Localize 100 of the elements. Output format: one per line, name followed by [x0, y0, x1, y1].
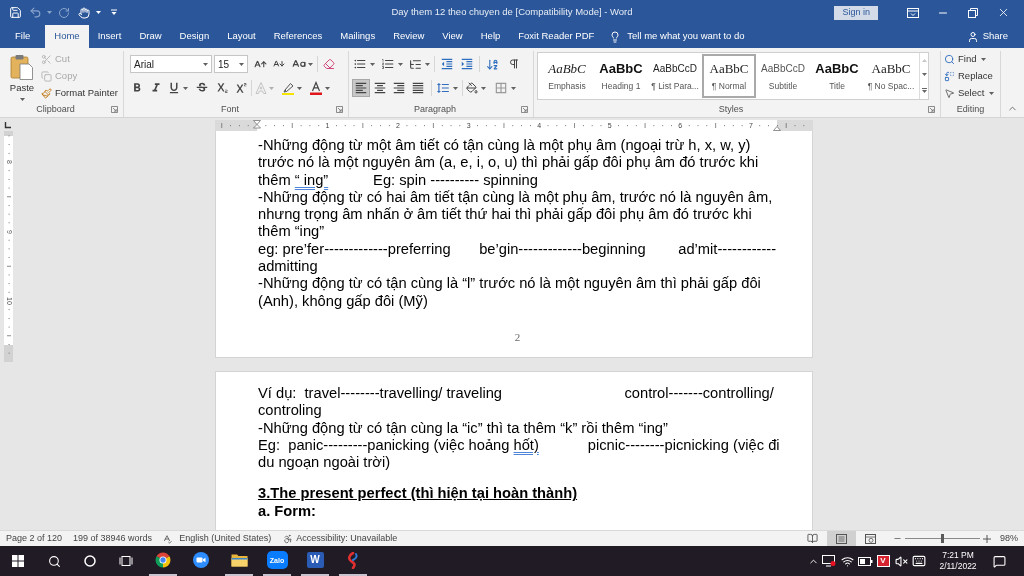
caret-icon[interactable] [981, 58, 987, 61]
caret-icon[interactable] [239, 62, 244, 66]
spell-check-icon[interactable] [162, 533, 173, 544]
accessibility-status[interactable]: Accessibility: Unavailable [296, 531, 398, 546]
group-label: Clipboard [36, 102, 75, 116]
font-size-dropdown[interactable]: 15 [214, 55, 248, 73]
caret-icon[interactable] [370, 62, 375, 66]
numbered-list-icon [381, 57, 395, 71]
style-item[interactable]: AaBbC ¶ No Spac... [864, 54, 918, 98]
input-method-indicator[interactable]: V [876, 555, 890, 567]
select-button[interactable]: Select [944, 85, 1000, 102]
paste-button[interactable]: Paste [5, 51, 39, 102]
align-center-icon [373, 81, 387, 95]
style-item[interactable]: AaBbCcD Subtitle [756, 54, 810, 98]
dropdown-icon[interactable] [110, 9, 118, 16]
caret-icon[interactable] [308, 62, 313, 66]
painter-button[interactable]: Format Painter [41, 85, 118, 102]
font-name-dropdown[interactable]: Arial [130, 55, 212, 73]
view-button[interactable] [827, 531, 856, 546]
caret-icon[interactable] [203, 62, 208, 66]
caret-icon[interactable] [398, 62, 403, 66]
find-button[interactable]: Find [944, 51, 1000, 68]
ribbon-tab[interactable]: Review [384, 25, 434, 48]
zoom-slider-thumb[interactable] [941, 534, 944, 543]
keyboard-icon[interactable] [912, 554, 926, 568]
hourglass-marker-icon[interactable] [253, 120, 261, 131]
clock-date[interactable]: 2/11/2022 [939, 561, 977, 572]
battery-icon[interactable] [857, 556, 873, 566]
replace-button[interactable]: Replace [944, 68, 1000, 85]
scroll-down-icon[interactable] [921, 73, 927, 77]
caret-icon[interactable] [989, 92, 995, 95]
ribbon-tab[interactable]: Foxit Reader PDF [509, 25, 604, 48]
sign-in-button[interactable]: Sign in [834, 5, 878, 20]
zoom-level[interactable]: 98% [1000, 531, 1018, 546]
ribbon-tab[interactable]: Layout [218, 25, 265, 48]
accessibility-icon [283, 533, 294, 544]
alignment-button[interactable] [352, 79, 370, 97]
caret-icon[interactable] [47, 11, 52, 14]
style-item[interactable]: AaBbC Heading 1 [594, 54, 648, 98]
decrease-indent-icon [440, 57, 454, 71]
save-icon [8, 6, 22, 19]
shading-button[interactable] [466, 79, 486, 97]
person-icon [966, 30, 979, 43]
dialog-launcher-icon[interactable] [521, 106, 528, 113]
style-preview: AaBbC [548, 61, 586, 76]
notification-icon [992, 554, 1006, 568]
highlighter-icon [281, 81, 295, 95]
wifi-icon[interactable] [840, 554, 854, 568]
triangle-marker-icon[interactable] [773, 126, 781, 131]
speaker-muted-icon[interactable] [894, 554, 908, 568]
caret-icon[interactable] [425, 62, 430, 66]
caret-icon[interactable] [481, 86, 486, 90]
style-item[interactable]: AaBbC Emphasis [540, 54, 594, 98]
tab-stop-icon[interactable] [3, 121, 11, 129]
tell-me-field[interactable]: Tell me what you want to do [627, 29, 778, 44]
style-item[interactable]: AaBbCcD ¶ List Para... [648, 54, 702, 98]
underline-icon [167, 81, 181, 95]
clock-time[interactable]: 7:21 PM [942, 550, 974, 561]
font-color-button[interactable] [309, 79, 330, 97]
caret-icon[interactable] [453, 86, 458, 90]
caret-icon[interactable] [511, 86, 516, 90]
monitor-icon[interactable] [822, 555, 836, 567]
bulleted-list-icon [353, 57, 367, 71]
caret-icon[interactable] [297, 86, 302, 90]
language-label[interactable]: English (United States) [179, 531, 272, 546]
dialog-launcher-icon[interactable] [928, 106, 935, 113]
group-label: Font [221, 102, 239, 116]
caret-icon[interactable] [183, 86, 188, 90]
book-icon [807, 533, 818, 544]
ribbon-tab[interactable]: View [433, 25, 472, 48]
ribbon-tab[interactable]: Insert [88, 25, 131, 48]
ribbon-tab[interactable]: Mailings [331, 25, 385, 48]
ribbon-tab[interactable]: References [264, 25, 332, 48]
more-styles-icon[interactable] [921, 88, 927, 94]
align-left-icon [354, 81, 368, 95]
page-count[interactable]: Page 2 of 120 [6, 531, 63, 546]
style-item[interactable]: AaBbC ¶ Normal [702, 54, 756, 98]
dialog-launcher-icon[interactable] [111, 106, 118, 113]
taskbar-app-button[interactable]: W [296, 546, 334, 576]
ribbon-tab[interactable]: Design [170, 25, 219, 48]
ribbon-display-icon [907, 7, 919, 18]
increase-indent-icon [460, 57, 474, 71]
ribbon-tab[interactable]: File [6, 25, 40, 48]
undo-icon [28, 6, 42, 19]
document-app-logo: W [306, 552, 324, 568]
caret-icon[interactable] [325, 86, 330, 90]
ribbon-tab[interactable]: Help [471, 25, 510, 48]
caret-icon[interactable] [19, 98, 25, 102]
dialog-launcher-icon[interactable] [336, 106, 343, 113]
word-count[interactable]: 199 of 38946 words [73, 531, 153, 546]
style-item[interactable]: AaBbC Title [810, 54, 864, 98]
caret-icon[interactable] [96, 11, 101, 14]
ribbon-tab[interactable]: Home [45, 25, 89, 48]
ribbon-tab[interactable]: Draw [130, 25, 171, 48]
zoom-slider[interactable] [905, 534, 980, 543]
paragraph: eg: pre’fer-------------preferring be’gin-------------beginning ad’mit------------admitting [258, 240, 778, 276]
zoom-in-icon[interactable] [983, 534, 991, 543]
task-view-icon [119, 555, 133, 567]
share-button[interactable]: Share [966, 25, 1008, 48]
pointer-icon [944, 88, 955, 99]
